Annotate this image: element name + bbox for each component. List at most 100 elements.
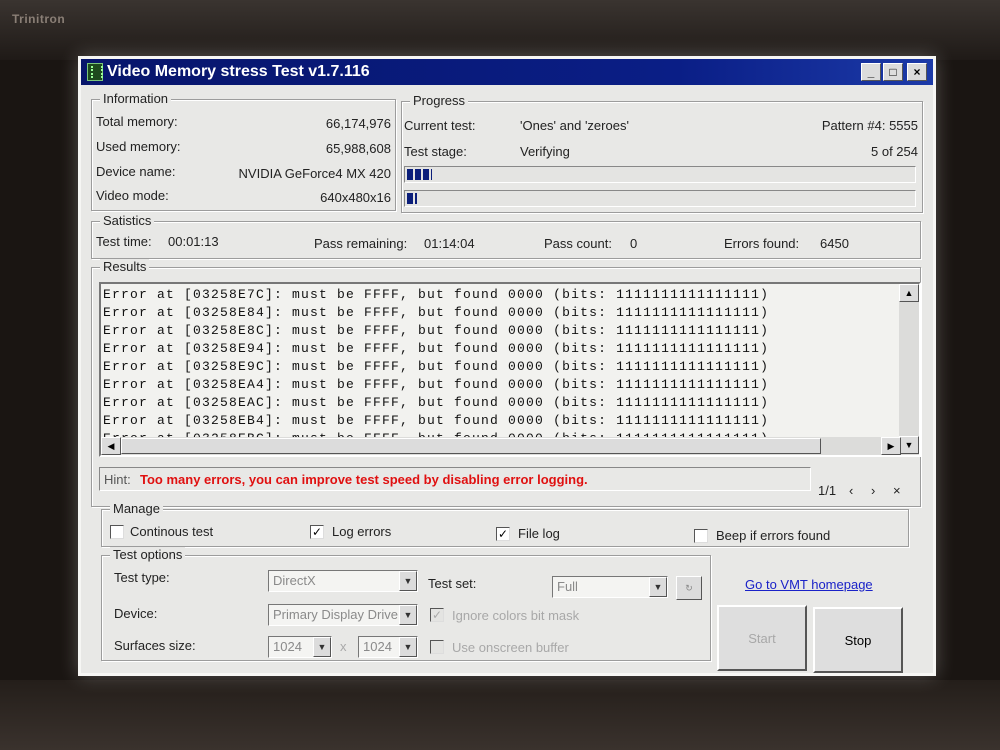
surface-width-select[interactable]: 1024 ▼ <box>268 636 332 658</box>
test-type-value: DirectX <box>273 573 316 588</box>
stage-progress-fill <box>407 169 433 180</box>
test-time-label: Test time: <box>96 234 152 249</box>
errors-found-value: 6450 <box>820 236 849 251</box>
video-mode-label: Video mode: <box>96 188 169 203</box>
title-bar[interactable]: Video Memory stress Test v1.7.116 _ □ × <box>81 59 933 85</box>
device-name-label: Device name: <box>96 164 176 179</box>
results-legend: Results <box>100 259 150 274</box>
current-test-value: 'Ones' and 'zeroes' <box>520 118 629 133</box>
test-set-label: Test set: <box>428 576 477 591</box>
surface-width-value: 1024 <box>273 639 302 654</box>
stage-count: 5 of 254 <box>871 144 918 159</box>
total-memory-value: 66,174,976 <box>325 116 391 131</box>
manage-legend: Manage <box>110 501 163 516</box>
stop-button[interactable]: Stop <box>813 607 903 673</box>
close-button[interactable]: × <box>907 63 927 81</box>
current-test-label: Current test: <box>404 118 476 133</box>
chevron-down-icon[interactable]: ▼ <box>313 637 331 657</box>
beep-checkbox[interactable] <box>694 529 708 543</box>
continuous-test-checkbox[interactable] <box>110 525 124 539</box>
test-time-value: 00:01:13 <box>168 234 219 249</box>
surface-times-sign: x <box>340 639 347 654</box>
test-type-select[interactable]: DirectX ▼ <box>268 570 418 592</box>
use-onscreen-label: Use onscreen buffer <box>452 640 569 655</box>
log-errors-checkbox[interactable]: ✓ <box>310 525 324 539</box>
total-progress-fill <box>407 193 418 204</box>
results-vertical-scrollbar[interactable]: ▲ ▼ <box>899 284 919 455</box>
test-type-label: Test type: <box>114 570 170 585</box>
log-line: Error at [03258E94]: must be FFFF, but f… <box>103 341 770 356</box>
pass-remaining-label: Pass remaining: <box>314 236 408 251</box>
statistics-legend: Satistics <box>100 213 155 228</box>
information-group: Information Total memory: 66,174,976 Use… <box>91 91 396 211</box>
log-errors-label: Log errors <box>332 524 392 539</box>
horizontal-scroll-thumb[interactable] <box>121 438 821 454</box>
hint-page-indicator: 1/1 <box>818 483 837 498</box>
scroll-up-icon[interactable]: ▲ <box>899 284 919 302</box>
scroll-right-icon[interactable]: ▶ <box>881 437 901 455</box>
surface-height-select[interactable]: 1024 ▼ <box>358 636 418 658</box>
results-horizontal-scrollbar[interactable]: ◀ ▶ <box>101 437 901 455</box>
log-line: Error at [03258E9C]: must be FFFF, but f… <box>103 359 770 374</box>
test-set-select[interactable]: Full ▼ <box>552 576 668 598</box>
log-line: Error at [03258E7C]: must be FFFF, but f… <box>103 287 770 302</box>
monitor-bezel-bottom <box>0 680 1000 750</box>
video-mode-value: 640x480x16 <box>320 190 391 205</box>
test-stage-label: Test stage: <box>404 144 467 159</box>
log-line: Error at [03258EAC]: must be FFFF, but f… <box>103 395 770 410</box>
device-label: Device: <box>114 606 158 621</box>
scroll-left-icon[interactable]: ◀ <box>101 437 121 455</box>
chevron-down-icon[interactable]: ▼ <box>399 605 417 625</box>
used-memory-value: 65,988,608 <box>325 141 391 156</box>
stage-progress-bar <box>404 166 916 183</box>
hint-next-icon[interactable]: › <box>871 483 875 498</box>
hint-label: Hint: <box>104 472 131 487</box>
test-stage-value: Verifying <box>520 144 570 159</box>
device-value: Primary Display Drive <box>273 607 398 622</box>
continuous-test-label: Continous test <box>130 524 214 539</box>
hint-prev-icon[interactable]: ‹ <box>849 483 853 498</box>
results-log[interactable]: Error at [03258E7C]: must be FFFF, but f… <box>99 282 921 457</box>
log-line: Error at [03258EB4]: must be FFFF, but f… <box>103 413 770 428</box>
progress-legend: Progress <box>410 93 469 108</box>
statistics-group: Satistics Test time: 00:01:13 Pass remai… <box>91 213 921 259</box>
log-line: Error at [03258E8C]: must be FFFF, but f… <box>103 323 770 338</box>
surfaces-size-label: Surfaces size: <box>114 638 196 653</box>
ignore-colors-label: Ignore colors bit mask <box>452 608 580 623</box>
errors-found-label: Errors found: <box>724 236 800 251</box>
hint-message: Too many errors, you can improve test sp… <box>140 472 588 487</box>
pass-remaining-value: 01:14:04 <box>424 236 475 251</box>
surface-height-value: 1024 <box>363 639 392 654</box>
file-log-label: File log <box>518 526 560 541</box>
used-memory-label: Used memory: <box>96 139 181 154</box>
window-title: Video Memory stress Test v1.7.116 <box>107 63 370 80</box>
ignore-colors-checkbox[interactable]: ✓ <box>430 608 444 622</box>
pass-count-label: Pass count: <box>544 236 612 251</box>
test-set-value: Full <box>557 579 578 594</box>
start-button[interactable]: Start <box>717 605 807 671</box>
information-legend: Information <box>100 91 172 106</box>
total-progress-bar <box>404 190 916 207</box>
device-select[interactable]: Primary Display Drive ▼ <box>268 604 418 626</box>
monitor-brand: Trinitron <box>12 12 66 26</box>
use-onscreen-checkbox[interactable] <box>430 640 444 654</box>
progress-group: Progress Current test: 'Ones' and 'zeroe… <box>401 93 923 213</box>
minimize-button[interactable]: _ <box>861 63 881 81</box>
hint-bar: Hint: Too many errors, you can improve t… <box>99 467 811 491</box>
chevron-down-icon[interactable]: ▼ <box>649 577 667 597</box>
manage-group: Manage Continous test ✓ Log errors ✓ Fil… <box>101 501 909 547</box>
total-memory-label: Total memory: <box>96 114 178 129</box>
chevron-down-icon[interactable]: ▼ <box>399 571 417 591</box>
log-line: Error at [03258EA4]: must be FFFF, but f… <box>103 377 770 392</box>
test-options-legend: Test options <box>110 547 186 562</box>
file-log-checkbox[interactable]: ✓ <box>496 527 510 541</box>
refresh-icon[interactable]: ↻ <box>676 576 702 600</box>
app-window: Video Memory stress Test v1.7.116 _ □ × … <box>78 56 936 676</box>
chevron-down-icon[interactable]: ▼ <box>399 637 417 657</box>
beep-label: Beep if errors found <box>716 528 831 543</box>
homepage-link[interactable]: Go to VMT homepage <box>745 577 873 592</box>
scroll-down-icon[interactable]: ▼ <box>899 436 919 454</box>
maximize-button[interactable]: □ <box>883 63 903 81</box>
hint-close-icon[interactable]: × <box>893 483 901 498</box>
log-line: Error at [03258E84]: must be FFFF, but f… <box>103 305 770 320</box>
